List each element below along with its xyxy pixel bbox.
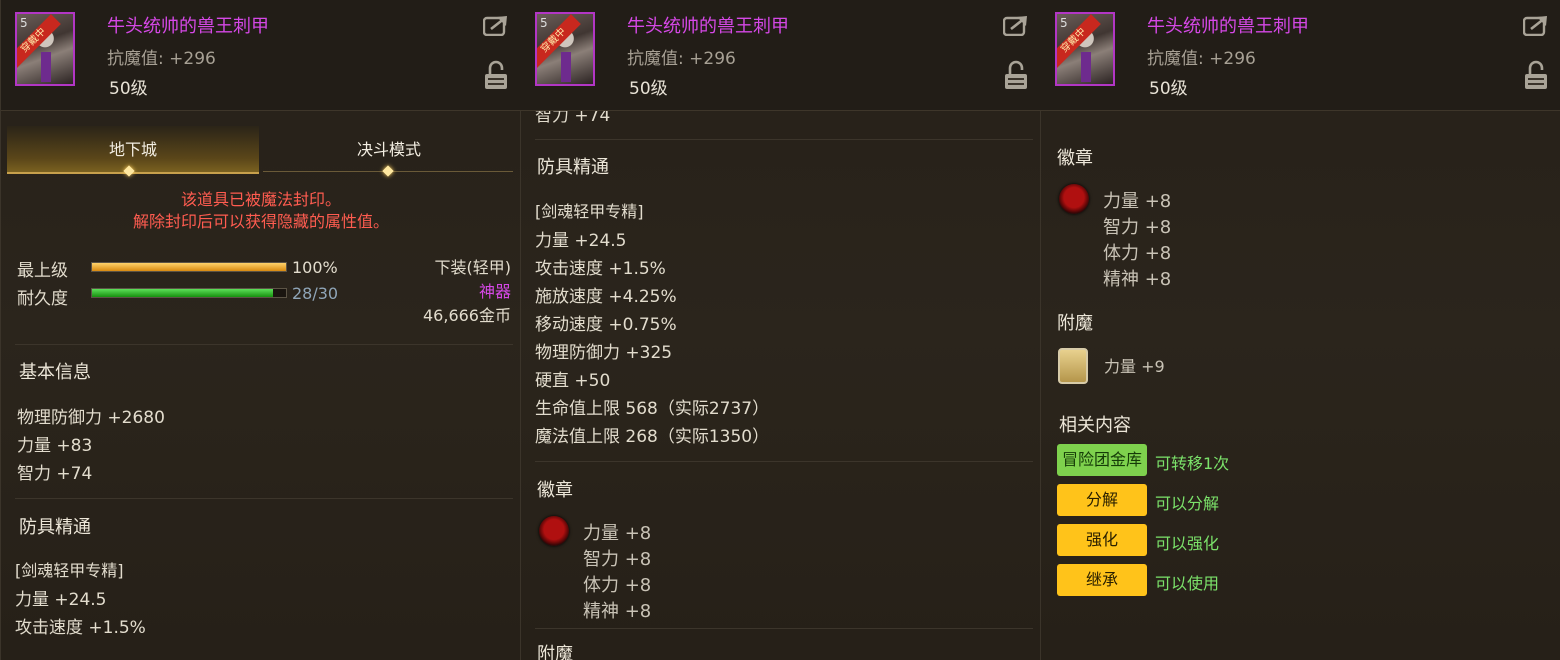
armor-mastery-line: 力量 +24.5 xyxy=(15,590,107,610)
top-grade-bar xyxy=(91,262,287,272)
basic-info-line: 物理防御力 +2680 xyxy=(17,408,165,428)
durability-bar xyxy=(91,288,287,298)
armor-mastery-line: 生命值上限 568（实际2737） xyxy=(535,399,770,419)
basic-info-line: 智力 +74 xyxy=(17,464,93,484)
magic-resist: 抗魔值: +296 xyxy=(107,49,216,69)
item-icon: 5 穿戴中 xyxy=(1055,12,1115,86)
armor-mastery-line: 施放速度 +4.25% xyxy=(535,287,677,307)
armor-mastery-line: 攻击速度 +1.5% xyxy=(15,618,146,638)
armor-mastery-line: 魔法值上限 268（实际1350） xyxy=(535,427,770,447)
magic-resist: 抗魔值: +296 xyxy=(627,49,736,69)
rarity: 神器 xyxy=(478,282,511,301)
durability-label: 耐久度 xyxy=(17,289,68,309)
share-icon[interactable] xyxy=(1523,14,1549,36)
slot-type: 下装(轻甲) xyxy=(434,258,512,277)
item-icon: 5 穿戴中 xyxy=(15,12,75,86)
emblem-stat: 力量 +8 xyxy=(583,523,652,544)
related-desc: 可以使用 xyxy=(1155,574,1220,593)
item-level: 50级 xyxy=(109,79,148,99)
top-grade-value: 100% xyxy=(292,258,338,277)
armor-mastery-title: 防具精通 xyxy=(19,517,91,538)
armor-mastery-line: 硬直 +50 xyxy=(535,371,611,391)
enchant-stat: 力量 +9 xyxy=(1104,357,1165,376)
tab-dungeon-label[interactable]: 地下城 xyxy=(7,136,259,160)
seal-warning-line2: 解除封印后可以获得隐藏的属性值。 xyxy=(132,212,389,231)
icon-level: 5 xyxy=(540,16,548,30)
armor-mastery-title: 防具精通 xyxy=(537,157,609,178)
armor-mastery-line: 攻击速度 +1.5% xyxy=(535,259,666,279)
tooltip-panel-2: 5 穿戴中 牛头统帅的兽王刺甲 抗魔值: +296 50级 智力 +74 防具精… xyxy=(520,0,1041,660)
item-name: 牛头统帅的兽王刺甲 xyxy=(107,16,269,37)
tooltip-panel-3: 5 穿戴中 牛头统帅的兽王刺甲 抗魔值: +296 50级 徽章 力量 +8 智… xyxy=(1040,0,1560,660)
share-icon[interactable] xyxy=(483,14,509,36)
basic-info-title: 基本信息 xyxy=(19,362,91,383)
emblem-stat: 体力 +8 xyxy=(1103,243,1172,264)
price: 46,666金币 xyxy=(423,306,511,325)
seal-warning-line1: 该道具已被魔法封印。 xyxy=(180,190,341,209)
related-desc: 可转移1次 xyxy=(1155,454,1230,473)
emblem-icon xyxy=(1059,184,1089,214)
enchant-title-cutoff: 附魔 xyxy=(537,644,573,660)
icon-level: 5 xyxy=(1060,16,1068,30)
emblem-stat: 精神 +8 xyxy=(583,601,652,622)
emblem-stat: 智力 +8 xyxy=(1103,217,1172,238)
tag-disassemble[interactable]: 分解 xyxy=(1057,484,1147,516)
icon-level: 5 xyxy=(20,16,28,30)
lock-icon[interactable] xyxy=(484,60,508,90)
enchant-card-icon xyxy=(1058,348,1088,384)
tag-inherit[interactable]: 继承 xyxy=(1057,564,1147,596)
item-name: 牛头统帅的兽王刺甲 xyxy=(627,16,789,37)
lock-icon[interactable] xyxy=(1004,60,1028,90)
tag-guild-vault[interactable]: 冒险团金库 xyxy=(1057,444,1147,476)
emblem-stat: 智力 +8 xyxy=(583,549,652,570)
magic-resist: 抗魔值: +296 xyxy=(1147,49,1256,69)
item-name: 牛头统帅的兽王刺甲 xyxy=(1147,16,1309,37)
related-title: 相关内容 xyxy=(1059,415,1131,436)
item-header: 5 穿戴中 牛头统帅的兽王刺甲 抗魔值: +296 50级 xyxy=(1,0,521,111)
item-header: 5 穿戴中 牛头统帅的兽王刺甲 抗魔值: +296 50级 xyxy=(521,0,1041,111)
item-icon: 5 穿戴中 xyxy=(535,12,595,86)
top-grade-label: 最上级 xyxy=(17,261,68,281)
armor-mastery-line: 移动速度 +0.75% xyxy=(535,315,677,335)
item-header: 5 穿戴中 牛头统帅的兽王刺甲 抗魔值: +296 50级 xyxy=(1041,0,1560,111)
emblem-icon xyxy=(539,516,569,546)
share-icon[interactable] xyxy=(1003,14,1029,36)
related-desc: 可以强化 xyxy=(1155,534,1220,553)
emblem-stat: 体力 +8 xyxy=(583,575,652,596)
lock-icon[interactable] xyxy=(1524,60,1548,90)
tab-marker-icon xyxy=(382,165,394,177)
emblem-stat: 力量 +8 xyxy=(1103,191,1172,212)
item-level: 50级 xyxy=(1149,79,1188,99)
related-desc: 可以分解 xyxy=(1155,494,1220,513)
armor-mastery-line: 力量 +24.5 xyxy=(535,231,627,251)
emblem-title: 徽章 xyxy=(1057,148,1093,169)
tag-enhance[interactable]: 强化 xyxy=(1057,524,1147,556)
armor-mastery-line: [剑魂轻甲专精] xyxy=(15,561,124,580)
item-level: 50级 xyxy=(629,79,668,99)
durability-value: 28/30 xyxy=(292,284,339,303)
tooltip-panel-1: 5 穿戴中 牛头统帅的兽王刺甲 抗魔值: +296 50级 地下城 决斗模式 该… xyxy=(0,0,521,660)
enchant-title: 附魔 xyxy=(1057,313,1093,334)
emblem-title: 徽章 xyxy=(537,480,573,501)
armor-mastery-line: [剑魂轻甲专精] xyxy=(535,202,644,221)
tab-pvp-label[interactable]: 决斗模式 xyxy=(263,136,515,160)
emblem-stat: 精神 +8 xyxy=(1103,269,1172,290)
basic-info-line: 力量 +83 xyxy=(17,436,93,456)
armor-mastery-line: 物理防御力 +325 xyxy=(535,343,673,363)
